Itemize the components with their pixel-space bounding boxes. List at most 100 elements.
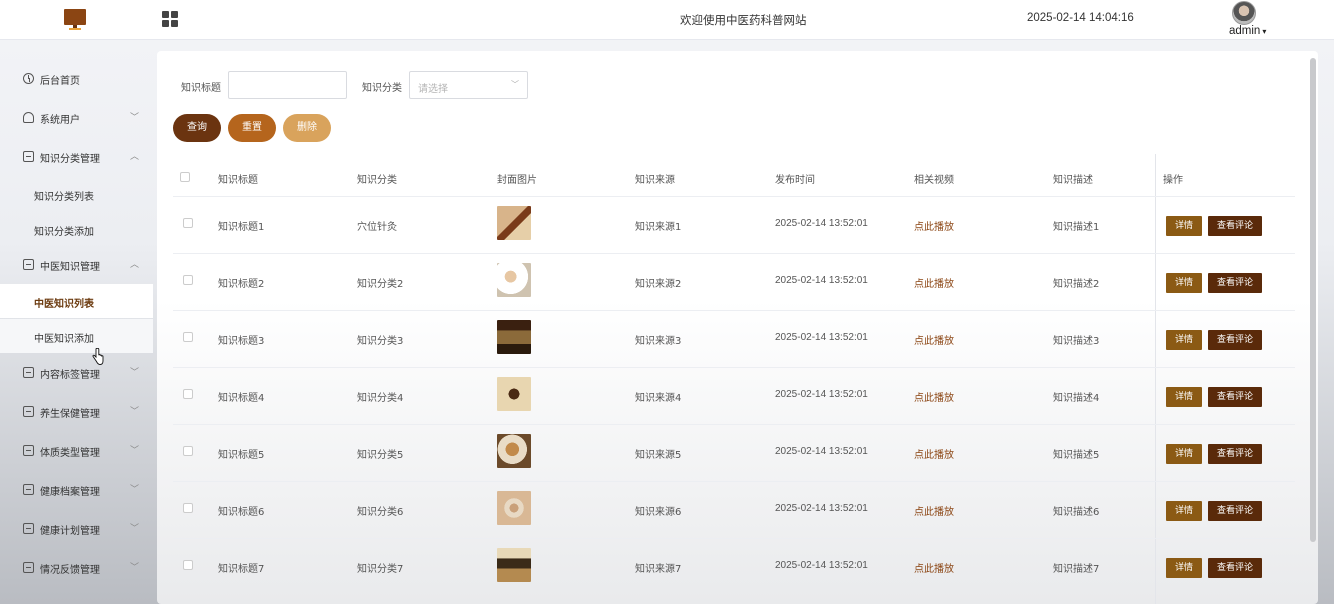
detail-button[interactable]: 详情 (1166, 444, 1202, 464)
row-checkbox[interactable] (183, 218, 193, 228)
cell-title: 知识标题5 (218, 450, 265, 461)
detail-button[interactable]: 详情 (1166, 501, 1202, 521)
chevron-up-icon: ︿ (130, 260, 140, 270)
play-video-link[interactable]: 点此播放 (914, 446, 954, 461)
sidebar-subitem-knowledge-list[interactable]: 中医知识列表 (0, 284, 153, 318)
th-video: 相关视频 (914, 175, 954, 186)
cell-title: 知识标题2 (218, 279, 265, 290)
cell-source: 知识来源3 (635, 336, 682, 347)
avatar[interactable] (1232, 1, 1256, 25)
query-button[interactable]: 查询 (173, 114, 221, 142)
menu-grid-icon[interactable] (162, 11, 178, 27)
card-icon (23, 259, 34, 270)
play-video-link[interactable]: 点此播放 (914, 503, 954, 518)
sidebar-subitem-label: 中医知识列表 (34, 299, 94, 310)
play-video-link[interactable]: 点此播放 (914, 389, 954, 404)
play-video-link[interactable]: 点此播放 (914, 332, 954, 347)
detail-button[interactable]: 详情 (1166, 216, 1202, 236)
row-checkbox[interactable] (183, 503, 193, 513)
detail-button[interactable]: 详情 (1166, 387, 1202, 407)
select-all-checkbox[interactable] (180, 172, 190, 182)
cell-publish-time: 2025-02-14 13:52:01 (775, 389, 868, 400)
card-icon (23, 484, 34, 495)
row-divider (173, 196, 1295, 197)
row-divider (173, 538, 1295, 539)
cell-description: 知识描述2 (1053, 279, 1100, 290)
view-reviews-button[interactable]: 查看评论 (1208, 330, 1262, 350)
play-video-link[interactable]: 点此播放 (914, 275, 954, 290)
sidebar-item-label: 养生保健管理 (40, 409, 100, 420)
sidebar-item-label: 健康计划管理 (40, 526, 100, 537)
row-checkbox[interactable] (183, 446, 193, 456)
sidebar-item-health-record-mgmt[interactable]: 健康档案管理 ﹀ (0, 471, 153, 509)
view-reviews-button[interactable]: 查看评论 (1208, 444, 1262, 464)
chevron-down-icon: ﹀ (130, 446, 140, 456)
sidebar-item-label: 内容标签管理 (40, 370, 100, 381)
sidebar-subitem-category-add[interactable]: 知识分类添加 (0, 212, 153, 246)
cell-source: 知识来源2 (635, 279, 682, 290)
view-reviews-button[interactable]: 查看评论 (1208, 558, 1262, 578)
cell-description: 知识描述3 (1053, 336, 1100, 347)
cell-category: 知识分类5 (357, 450, 404, 461)
cell-publish-time: 2025-02-14 13:52:01 (775, 332, 868, 343)
sidebar-item-tag-mgmt[interactable]: 内容标签管理 ﹀ (0, 354, 153, 392)
th-time: 发布时间 (775, 175, 815, 186)
cover-thumbnail[interactable] (497, 263, 531, 297)
cell-category: 知识分类7 (357, 564, 404, 575)
view-reviews-button[interactable]: 查看评论 (1208, 273, 1262, 293)
sidebar-item-dashboard[interactable]: 后台首页 (0, 60, 153, 98)
category-select[interactable]: 请选择 ﹀ (409, 71, 528, 99)
chevron-down-icon: ﹀ (511, 80, 519, 89)
sidebar-item-health-plan-mgmt[interactable]: 健康计划管理 ﹀ (0, 510, 153, 548)
sidebar-item-constitution-mgmt[interactable]: 体质类型管理 ﹀ (0, 432, 153, 470)
chevron-down-icon: ﹀ (130, 524, 140, 534)
th-category: 知识分类 (357, 175, 397, 186)
play-video-link[interactable]: 点此播放 (914, 218, 954, 233)
sidebar-subitem-category-list[interactable]: 知识分类列表 (0, 177, 153, 211)
sidebar-item-system-users[interactable]: 系统用户 ﹀ (0, 99, 153, 137)
cell-title: 知识标题6 (218, 507, 265, 518)
chevron-down-icon: ﹀ (130, 485, 140, 495)
row-divider (173, 367, 1295, 368)
th-source: 知识来源 (635, 175, 675, 186)
cover-thumbnail[interactable] (497, 548, 531, 582)
sidebar-item-label: 知识分类管理 (40, 154, 100, 165)
cover-thumbnail[interactable] (497, 320, 531, 354)
vertical-scrollbar[interactable] (1310, 58, 1316, 542)
cover-thumbnail[interactable] (497, 206, 531, 240)
play-video-link[interactable]: 点此播放 (914, 560, 954, 575)
sidebar-subitem-knowledge-add[interactable]: 中医知识添加 (0, 319, 153, 353)
category-filter-label: 知识分类 (362, 83, 402, 94)
view-reviews-button[interactable]: 查看评论 (1208, 216, 1262, 236)
row-divider (173, 424, 1295, 425)
sidebar-item-health-care-mgmt[interactable]: 养生保健管理 ﹀ (0, 393, 153, 431)
row-checkbox[interactable] (183, 560, 193, 570)
detail-button[interactable]: 详情 (1166, 558, 1202, 578)
view-reviews-button[interactable]: 查看评论 (1208, 387, 1262, 407)
sidebar-item-knowledge-mgmt[interactable]: 中医知识管理 ︿ (0, 246, 153, 284)
monitor-logo-icon[interactable] (64, 9, 86, 31)
title-filter-input[interactable] (228, 71, 347, 99)
sidebar-item-label: 健康档案管理 (40, 487, 100, 498)
view-reviews-button[interactable]: 查看评论 (1208, 501, 1262, 521)
user-menu[interactable]: admin ▾ (1229, 25, 1266, 37)
reset-button[interactable]: 重置 (228, 114, 276, 142)
detail-button[interactable]: 详情 (1166, 273, 1202, 293)
card-icon (23, 445, 34, 456)
cover-thumbnail[interactable] (497, 434, 531, 468)
username: admin (1229, 25, 1261, 37)
row-checkbox[interactable] (183, 275, 193, 285)
sidebar-item-feedback-mgmt[interactable]: 情况反馈管理 ﹀ (0, 549, 153, 587)
delete-button[interactable]: 删除 (283, 114, 331, 142)
cell-description: 知识描述6 (1053, 507, 1100, 518)
row-checkbox[interactable] (183, 332, 193, 342)
cell-description: 知识描述5 (1053, 450, 1100, 461)
sidebar-item-category-mgmt[interactable]: 知识分类管理 ︿ (0, 138, 153, 176)
sidebar: 后台首页 系统用户 ﹀ 知识分类管理 ︿ 知识分类列表 知识分类添加 中医知识管… (0, 41, 153, 604)
detail-button[interactable]: 详情 (1166, 330, 1202, 350)
cover-thumbnail[interactable] (497, 377, 531, 411)
th-desc: 知识描述 (1053, 175, 1093, 186)
cell-title: 知识标题3 (218, 336, 265, 347)
row-checkbox[interactable] (183, 389, 193, 399)
cover-thumbnail[interactable] (497, 491, 531, 525)
